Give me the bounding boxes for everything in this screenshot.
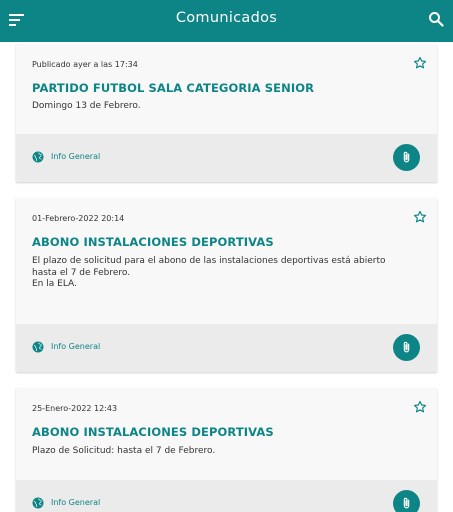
post-body: Domingo 13 de Febrero. — [32, 101, 141, 111]
post-card[interactable]: 01-Febrero-2022 20:14 ABONO INSTALACIONE… — [16, 198, 437, 372]
attachment-button[interactable] — [393, 334, 420, 361]
globe-icon — [32, 341, 44, 353]
search-icon[interactable] — [428, 11, 444, 27]
star-outline-icon[interactable] — [413, 400, 427, 414]
post-card[interactable]: 25-Enero-2022 12:43 ABONO INSTALACIONES … — [16, 388, 437, 512]
post-category[interactable]: Info General — [51, 342, 100, 351]
star-outline-icon[interactable] — [413, 210, 427, 224]
post-date: Publicado ayer a las 17:34 — [32, 60, 138, 69]
post-footer: Info General — [16, 480, 437, 512]
globe-icon — [32, 151, 44, 163]
attachment-button[interactable] — [393, 490, 420, 512]
post-title[interactable]: PARTIDO FUTBOL SALA CATEGORIA SENIOR — [32, 81, 314, 95]
post-body: El plazo de solicitud para el abono de l… — [32, 256, 386, 289]
post-card[interactable]: Publicado ayer a las 17:34 PARTIDO FUTBO… — [16, 44, 437, 182]
post-body: Plazo de Solicitud: hasta el 7 de Febrer… — [32, 446, 216, 456]
paperclip-icon — [403, 341, 410, 353]
post-footer: Info General — [16, 324, 437, 372]
star-outline-icon[interactable] — [413, 56, 427, 70]
app-bar: Comunicados — [0, 0, 453, 42]
post-category[interactable]: Info General — [51, 498, 100, 507]
paperclip-icon — [403, 151, 410, 163]
post-title[interactable]: ABONO INSTALACIONES DEPORTIVAS — [32, 235, 274, 249]
attachment-button[interactable] — [393, 144, 420, 171]
post-footer: Info General — [16, 134, 437, 182]
post-date: 01-Febrero-2022 20:14 — [32, 214, 125, 223]
post-title[interactable]: ABONO INSTALACIONES DEPORTIVAS — [32, 425, 274, 439]
page-title: Comunicados — [175, 10, 278, 26]
paperclip-icon — [403, 497, 410, 509]
globe-icon — [32, 497, 44, 509]
post-category[interactable]: Info General — [51, 152, 100, 161]
post-date: 25-Enero-2022 12:43 — [32, 404, 118, 413]
